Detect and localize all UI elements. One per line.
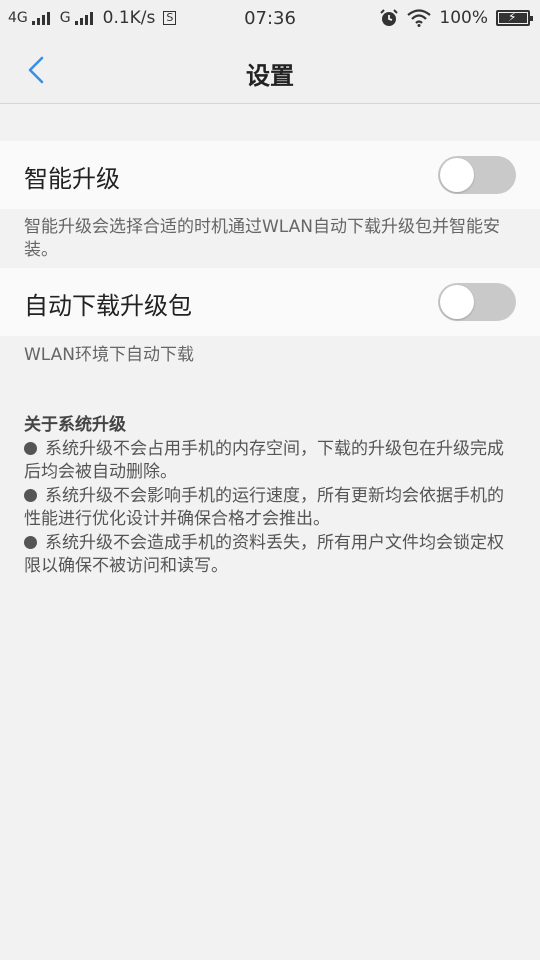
auto-download-toggle[interactable] bbox=[438, 283, 516, 321]
navigation-bar: 设置 bbox=[0, 36, 540, 104]
setting-description: 智能升级会选择合适的时机通过WLAN自动下载升级包并智能安装。 bbox=[24, 217, 501, 260]
setting-label: 智能升级 bbox=[24, 165, 120, 193]
alarm-clock-icon bbox=[380, 9, 399, 26]
status-right: 100% ⚡ bbox=[379, 8, 533, 28]
status-bar: 4G G 0.1K/s S 07:36 100% ⚡ bbox=[0, 0, 540, 36]
wifi-icon bbox=[407, 9, 432, 27]
about-title: 关于系统升级 bbox=[24, 415, 126, 435]
about-item: 系统升级不会影响手机的运行速度，所有更新均会依据手机的性能进行优化设计并确保合格… bbox=[24, 485, 504, 529]
setting-row-auto-download: 自动下载升级包 bbox=[0, 268, 540, 336]
toggle-knob bbox=[440, 158, 474, 192]
setting-label: 自动下载升级包 bbox=[24, 292, 192, 320]
about-item: 系统升级不会占用手机的内存空间，下载的升级包在升级完成后均会被自动删除。 bbox=[24, 438, 504, 482]
about-section: 关于系统升级 系统升级不会占用手机的内存空间，下载的升级包在升级完成后均会被自动… bbox=[24, 414, 520, 579]
about-item: 系统升级不会造成手机的资料丢失，所有用户文件均会锁定权限以确保不被访问和读写。 bbox=[24, 532, 504, 576]
toggle-knob bbox=[440, 285, 474, 319]
setting-row-smart-upgrade: 智能升级 bbox=[0, 141, 540, 209]
smart-upgrade-toggle[interactable] bbox=[438, 156, 516, 194]
page-title: 设置 bbox=[246, 62, 294, 90]
bullet-icon bbox=[24, 441, 37, 455]
bullet-icon bbox=[24, 535, 37, 549]
bullet-icon bbox=[24, 488, 37, 502]
battery-percent: 100% bbox=[439, 8, 488, 28]
battery-icon: ⚡ bbox=[496, 10, 533, 26]
setting-description: WLAN环境下自动下载 bbox=[24, 345, 195, 365]
